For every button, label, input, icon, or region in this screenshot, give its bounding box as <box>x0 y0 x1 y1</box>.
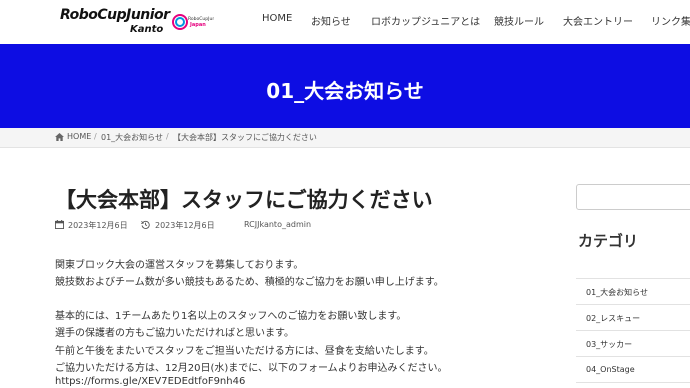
sidebar-divider <box>576 382 690 383</box>
hero-title: 01_大会お知らせ <box>266 79 424 103</box>
post-title: 【大会本部】スタッフにご協力ください <box>55 188 433 212</box>
post-paragraph-line: ご協力いただける方は、12月20日(水)までに、以下のフォームよりお申込みくださ… <box>55 363 448 374</box>
svg-text:Japan: Japan <box>189 22 206 28</box>
logo-main-text: RoboCupJunior <box>60 7 170 23</box>
nav-rules[interactable]: 競技ルール <box>494 13 544 28</box>
breadcrumb: HOME / 01_大会お知らせ / 【大会本部】スタッフにご協力ください <box>0 128 690 148</box>
robocupjunior-japan-logo-icon: RoboCupJunior Japan <box>172 14 214 30</box>
category-hero-banner: 01_大会お知らせ <box>0 44 690 128</box>
site-header: RoboCupJunior Kanto RoboCupJunior Japan … <box>0 0 690 44</box>
sidebar-category-item[interactable]: 01_大会お知らせ <box>586 287 648 298</box>
post-paragraph-line: 関東ブロック大会の運営スタッフを募集しております。 <box>55 260 304 271</box>
history-icon <box>141 220 150 229</box>
sidebar-divider <box>576 330 690 331</box>
calendar-icon <box>55 220 64 229</box>
sidebar-divider <box>576 304 690 305</box>
breadcrumb-home[interactable]: HOME <box>67 132 91 141</box>
breadcrumb-category[interactable]: 01_大会お知らせ <box>101 132 163 143</box>
sidebar-category-heading: カテゴリ <box>578 232 639 250</box>
breadcrumb-current: 【大会本部】スタッフにご協力ください <box>173 133 317 142</box>
nav-home[interactable]: HOME <box>262 13 292 24</box>
logo-sub-text: Kanto <box>130 24 164 35</box>
post-author[interactable]: RCJJkanto_admin <box>244 220 311 229</box>
sidebar-divider <box>576 278 690 279</box>
breadcrumb-separator: / <box>94 132 97 141</box>
post-paragraph-line: 競技数およびチーム数が多い競技もあるため、積極的なご協力をお願い申し上げます。 <box>55 277 444 288</box>
post-updated-date: 2023年12月6日 <box>155 221 215 230</box>
form-link[interactable]: https://forms.gle/XEV7EDEdtfoF9nh46 <box>55 376 245 387</box>
post-paragraph-line: 選手の保護者の方もご協力いただければと思います。 <box>55 328 294 339</box>
sidebar-category-item[interactable]: 04_OnStage <box>586 365 635 374</box>
post-paragraph-line: 基本的には、1チームあたり1名以上のスタッフへのご協力をお願い致します。 <box>55 311 407 322</box>
breadcrumb-separator: / <box>166 132 169 141</box>
post-paragraph-line: 午前と午後をまたいでスタッフをご担当いただける方には、昼食を支給いたします。 <box>55 346 434 357</box>
nav-news[interactable]: お知らせ <box>311 13 351 28</box>
home-icon <box>55 133 64 141</box>
nav-links[interactable]: リンク集 <box>651 13 690 28</box>
sidebar-category-item[interactable]: 03_サッカー <box>586 339 632 350</box>
post-published-date: 2023年12月6日 <box>68 221 128 230</box>
sidebar-search-input[interactable] <box>576 184 690 210</box>
sidebar-divider <box>576 356 690 357</box>
nav-about[interactable]: ロボカップジュニアとは <box>371 13 480 28</box>
sidebar-category-item[interactable]: 02_レスキュー <box>586 313 640 324</box>
nav-entry[interactable]: 大会エントリー <box>563 13 633 28</box>
site-logo[interactable]: RoboCupJunior Kanto RoboCupJunior Japan <box>56 6 216 38</box>
